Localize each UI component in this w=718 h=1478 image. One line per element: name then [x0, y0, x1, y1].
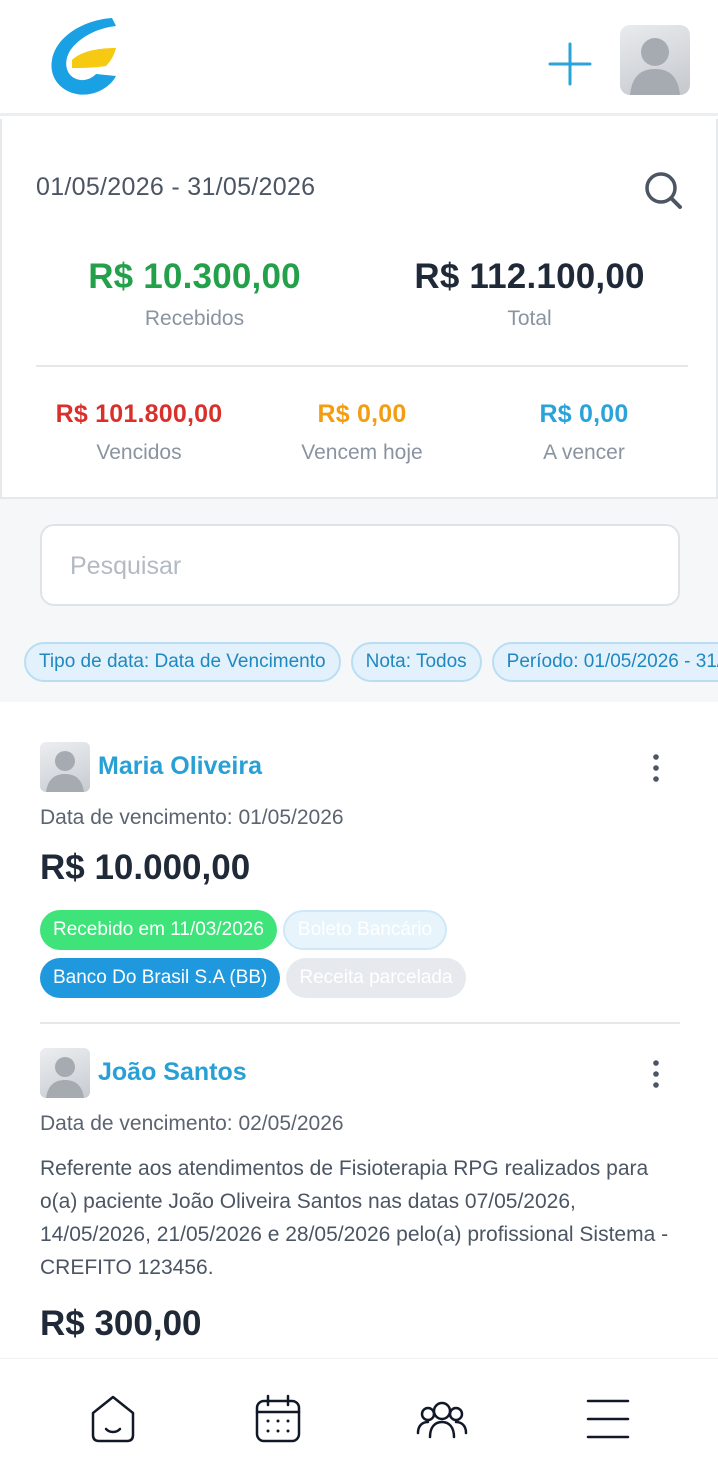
user-avatar-icon	[46, 1057, 84, 1098]
vencidos-value: R$ 101.800,00	[55, 400, 223, 428]
vencem-hoje-value: R$ 0,00	[317, 400, 407, 428]
bank-badge: Banco Do Brasil S.A (BB)	[40, 958, 281, 998]
summary-divider	[36, 365, 688, 367]
received-badge: Recebido em 11/03/2026	[40, 910, 277, 950]
installment-badge: Receita parcelada	[286, 958, 466, 998]
user-avatar-icon	[630, 38, 680, 95]
more-options-icon[interactable]	[646, 1058, 666, 1090]
home-icon[interactable]	[85, 1391, 141, 1447]
filter-chip-periodo[interactable]: Período: 01/05/2026 - 31/05/2026	[491, 642, 718, 682]
search-icon[interactable]	[642, 169, 686, 213]
filter-chip-nota[interactable]: Nota: Todos	[350, 642, 482, 682]
filter-chips: Tipo de data: Data de Vencimento Nota: To…	[24, 642, 718, 682]
app-logo	[51, 18, 116, 95]
item-description: Referente aos atendimentos de Fisioterap…	[40, 1157, 669, 1279]
avatar	[40, 1048, 90, 1098]
filter-area: Tipo de data: Data de VencimentoNota: To…	[0, 499, 718, 702]
amount: R$ 300,00	[40, 1304, 202, 1343]
total-value: R$ 112.100,00	[414, 257, 645, 296]
due-date: Data de vencimento: 01/05/2026	[40, 806, 344, 829]
due-date: Data de vencimento: 02/05/2026	[40, 1112, 344, 1135]
period-range[interactable]: 01/05/2026 - 31/05/2026	[36, 173, 315, 202]
total-label: Total	[507, 307, 552, 330]
bottom-nav	[0, 1358, 718, 1478]
tags: Recebido em 11/03/2026 Boleto Bancário Ba…	[40, 910, 680, 1006]
search-box[interactable]	[40, 524, 680, 606]
summary-card: 01/05/2026 - 31/05/2026 R$ 10.300,00 Rec…	[0, 119, 718, 499]
recebidos-label: Recebidos	[144, 307, 245, 330]
more-options-icon[interactable]	[646, 752, 666, 784]
vencem-hoje-label: Vencem hoje	[301, 441, 423, 464]
stat-vencem-hoje: R$ 0,00 Vencem hoje	[256, 400, 468, 465]
a-vencer-value: R$ 0,00	[539, 400, 629, 428]
stat-a-vencer: R$ 0,00 A vencer	[478, 400, 690, 465]
menu-icon[interactable]	[580, 1391, 636, 1447]
receivables-list: Maria Oliveira Data de vencimento: 01/05…	[0, 702, 718, 1358]
search-input[interactable]	[70, 546, 650, 586]
stat-vencidos: R$ 101.800,00 Vencidos	[28, 400, 250, 465]
add-button[interactable]	[546, 40, 594, 88]
users-icon[interactable]	[414, 1391, 470, 1447]
user-avatar-icon	[46, 751, 84, 792]
calendar-icon[interactable]	[250, 1391, 306, 1447]
filter-chip-date-type[interactable]: Tipo de data: Data de Vencimento	[24, 642, 341, 682]
vencidos-label: Vencidos	[96, 441, 182, 464]
client-name[interactable]: Maria Oliveira	[98, 752, 262, 781]
client-name[interactable]: João Santos	[98, 1058, 247, 1087]
recebidos-value: R$ 10.300,00	[88, 257, 301, 296]
avatar	[40, 742, 90, 792]
stat-total: R$ 112.100,00 Total	[372, 257, 687, 331]
a-vencer-label: A vencer	[543, 441, 625, 464]
payment-method-badge: Boleto Bancário	[282, 910, 448, 950]
stat-recebidos: R$ 10.300,00 Recebidos	[42, 257, 347, 331]
app-header	[0, 0, 718, 116]
item-divider	[40, 1022, 680, 1024]
profile-avatar[interactable]	[620, 25, 690, 95]
amount: R$ 10.000,00	[40, 848, 251, 887]
